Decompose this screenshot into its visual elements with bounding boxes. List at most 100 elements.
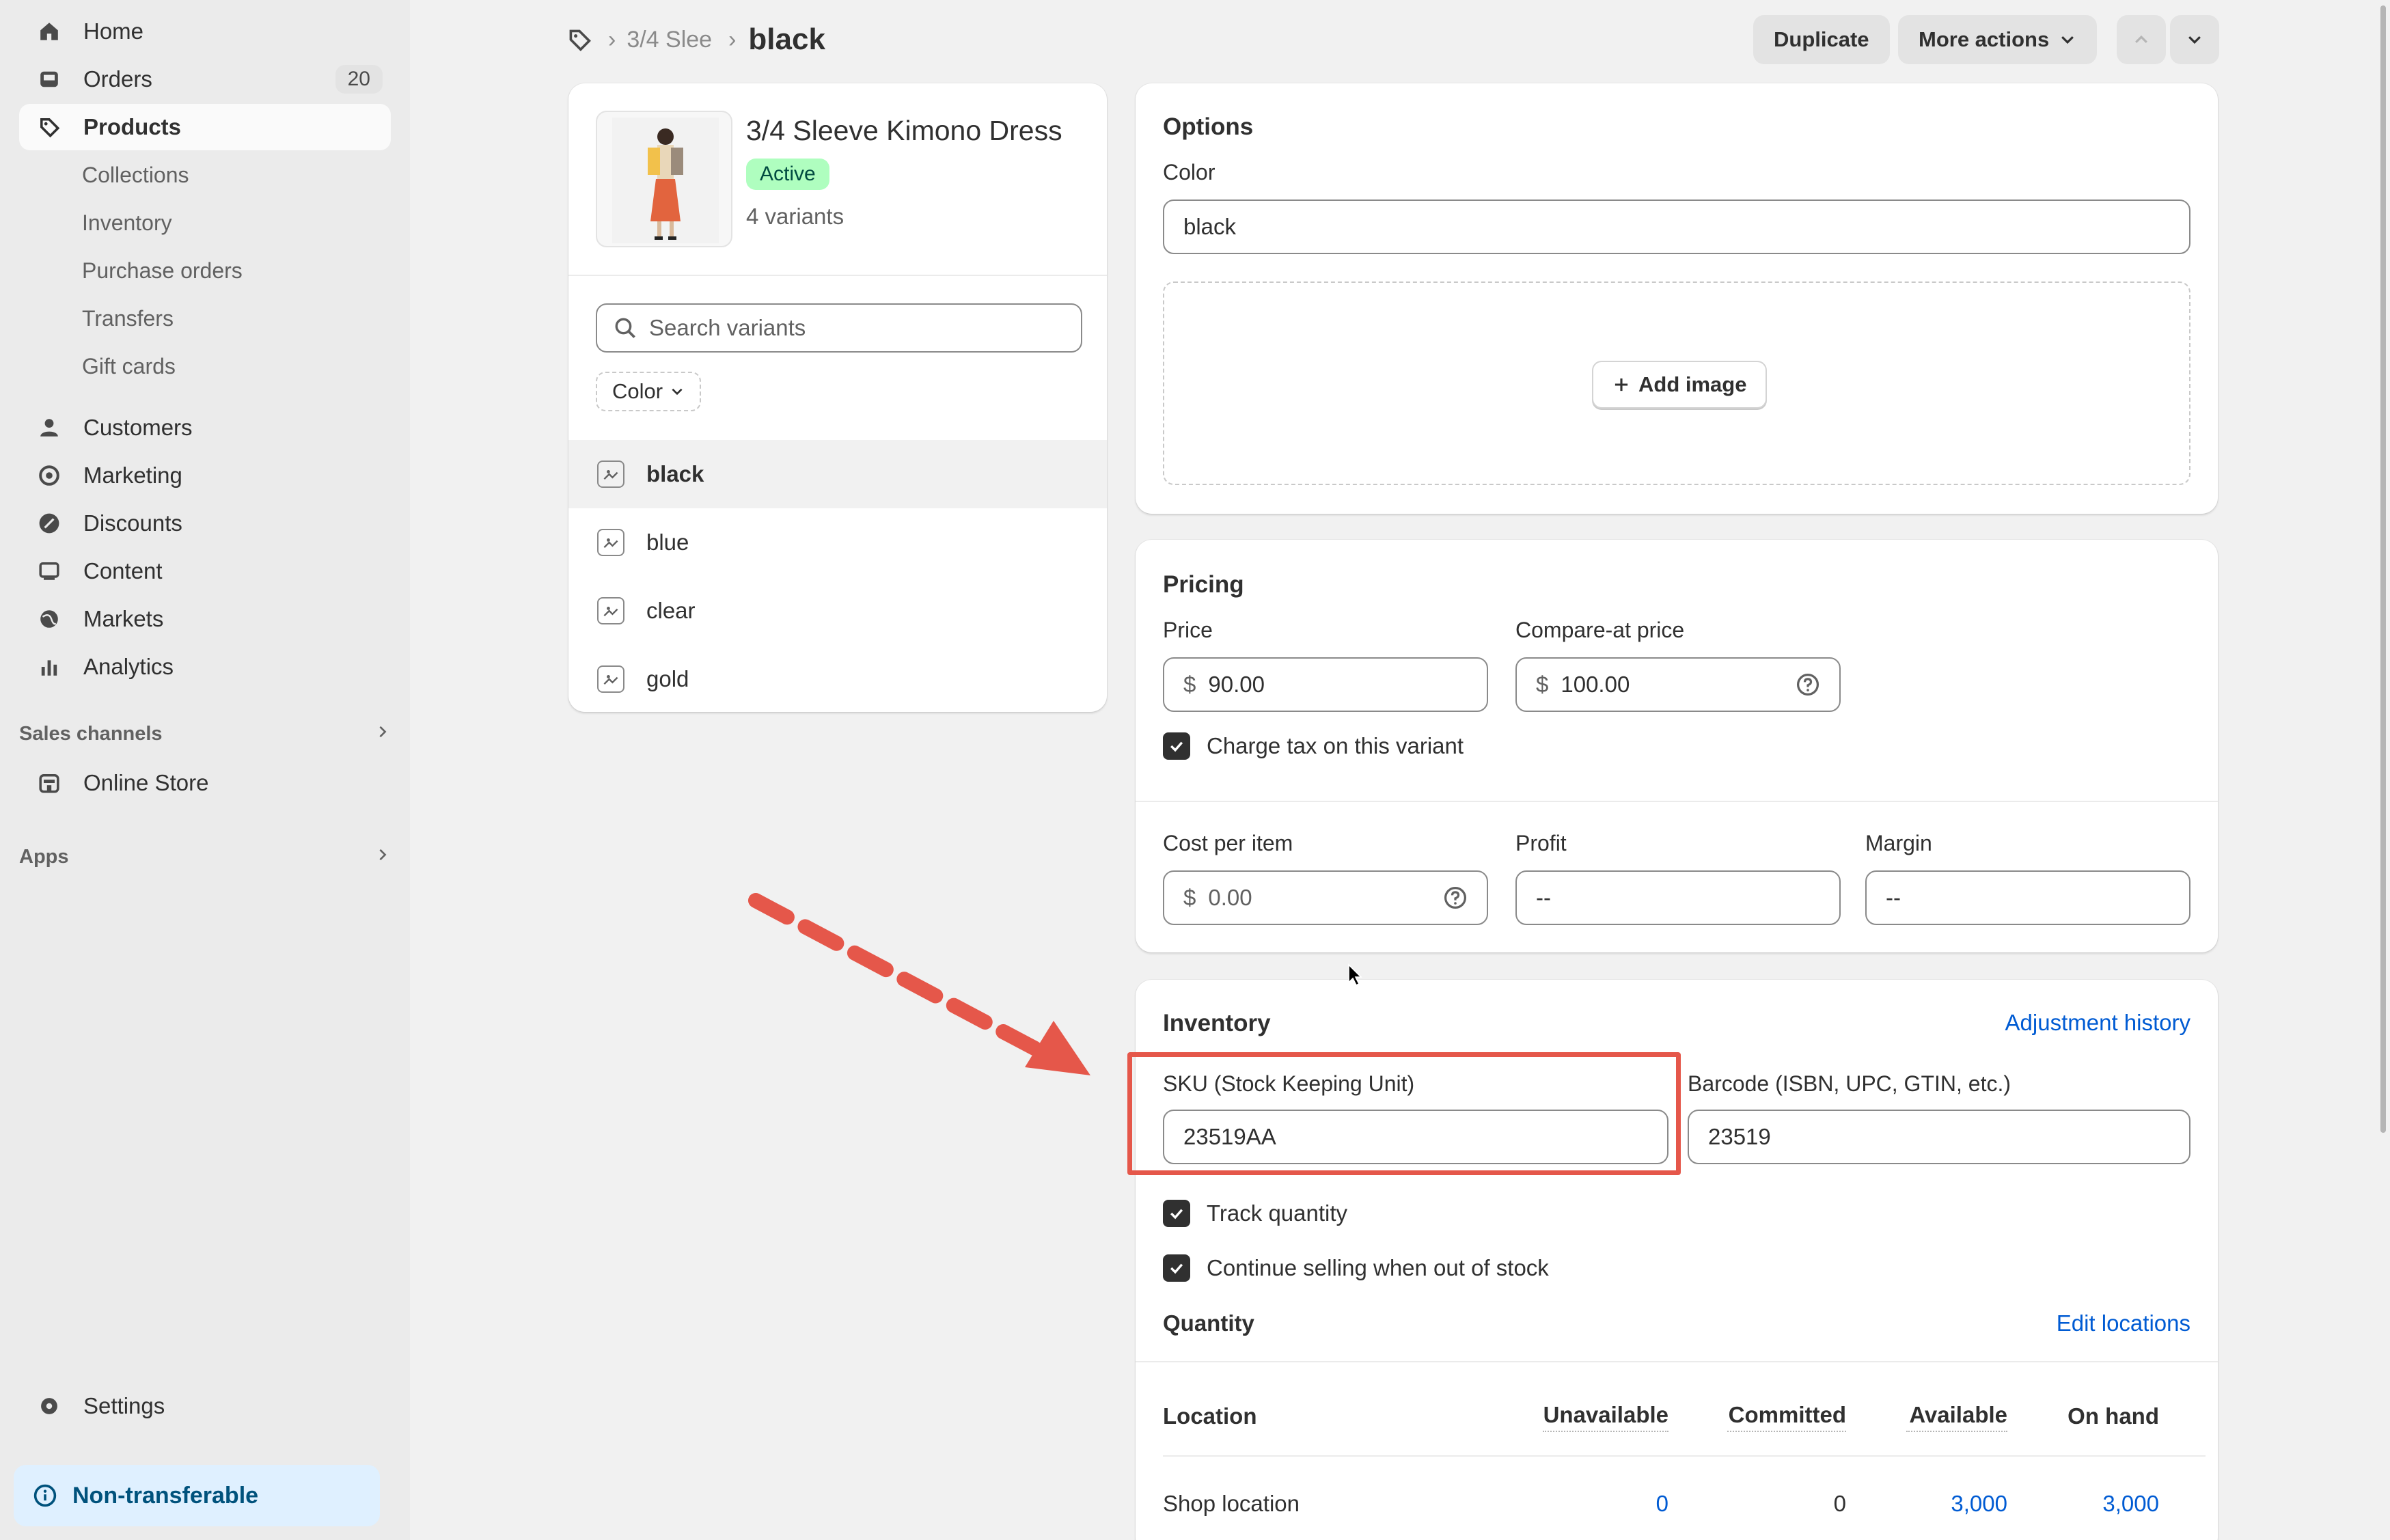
column-header-unavailable[interactable]: Unavailable [1543, 1402, 1668, 1432]
column-header-location: Location [1163, 1403, 1257, 1429]
variant-item-blue[interactable]: blue [568, 508, 1107, 577]
breadcrumb-separator: › [728, 26, 737, 53]
help-icon[interactable] [1443, 885, 1468, 910]
adjustment-history-link[interactable]: Adjustment history [2005, 1010, 2190, 1036]
apps-heading[interactable]: Apps [19, 846, 391, 868]
orders-count-badge: 20 [335, 65, 383, 94]
edit-locations-link[interactable]: Edit locations [2057, 1310, 2190, 1336]
image-dropzone[interactable]: Add image [1163, 281, 2190, 485]
tag-icon[interactable] [567, 27, 592, 52]
image-placeholder-icon [597, 597, 624, 624]
barcode-label: Barcode (ISBN, UPC, GTIN, etc.) [1688, 1071, 2011, 1096]
chevron-right-icon [374, 723, 391, 745]
available-value[interactable]: 3,000 [1906, 1491, 2007, 1517]
help-icon[interactable] [1796, 672, 1820, 697]
sidebar-item-customers[interactable]: Customers [19, 404, 391, 451]
sidebar-item-orders[interactable]: Orders 20 [19, 56, 391, 102]
variant-label: gold [646, 666, 689, 691]
color-label: Color [1163, 160, 1215, 184]
add-image-button[interactable]: Add image [1592, 361, 1768, 409]
track-quantity-checkbox[interactable]: Track quantity [1163, 1200, 1347, 1227]
variant-item-gold[interactable]: gold [568, 645, 1107, 713]
variant-label: blue [646, 530, 689, 555]
pricing-title: Pricing [1163, 571, 1244, 598]
gear-icon [37, 1394, 61, 1418]
sidebar-item-label: Markets [83, 606, 164, 631]
charge-tax-label: Charge tax on this variant [1207, 733, 1464, 758]
sidebar-item-content[interactable]: Content [19, 548, 391, 594]
bar-chart-icon [37, 655, 61, 679]
sidebar-item-online-store[interactable]: Online Store [19, 760, 391, 806]
track-quantity-label: Track quantity [1207, 1200, 1348, 1226]
status-badge: Active [746, 159, 829, 190]
product-name[interactable]: 3/4 Sleeve Kimono Dress [746, 115, 1062, 147]
sidebar-item-analytics[interactable]: Analytics [19, 644, 391, 690]
currency-symbol: $ [1183, 885, 1196, 910]
discount-icon [37, 511, 61, 536]
sidebar-subitem-inventory[interactable]: Inventory [82, 202, 172, 243]
sidebar-subitem-purchase-orders[interactable]: Purchase orders [82, 250, 243, 291]
cost-per-item-input[interactable]: $ 0.00 [1163, 870, 1488, 925]
color-filter-label: Color [612, 379, 663, 403]
sidebar-item-settings[interactable]: Settings [19, 1383, 391, 1429]
sales-channels-heading[interactable]: Sales channels [19, 723, 391, 745]
sidebar-item-discounts[interactable]: Discounts [19, 500, 391, 547]
person-icon [37, 415, 61, 440]
tag-icon [37, 115, 61, 139]
variant-count: 4 variants [746, 204, 844, 229]
on-hand-value[interactable]: 3,000 [2044, 1491, 2159, 1517]
next-variant-button[interactable] [2170, 15, 2219, 64]
column-header-available[interactable]: Available [1906, 1402, 2007, 1432]
search-placeholder: Search variants [649, 315, 806, 340]
checkmark-icon [1163, 1200, 1190, 1227]
price-label: Price [1163, 618, 1213, 642]
profit-value: -- [1536, 885, 1551, 910]
barcode-input[interactable]: 23519 [1688, 1110, 2190, 1164]
globe-icon [37, 607, 61, 631]
charge-tax-checkbox[interactable]: Charge tax on this variant [1163, 732, 1464, 760]
price-input[interactable]: $ 90.00 [1163, 657, 1488, 712]
column-header-on-hand: On hand [2068, 1403, 2159, 1429]
breadcrumb-parent[interactable]: 3/4 Slee [627, 27, 712, 53]
sidebar-item-markets[interactable]: Markets [19, 596, 391, 642]
sidebar-item-home[interactable]: Home [19, 8, 391, 55]
sidebar-item-label: Analytics [83, 654, 174, 679]
sidebar-item-label: Customers [83, 415, 193, 440]
unavailable-value[interactable]: 0 [1543, 1491, 1668, 1517]
sidebar: Home Orders 20 Products Collections Inve… [0, 0, 410, 1540]
compare-price-input[interactable]: $ 100.00 [1515, 657, 1841, 712]
duplicate-button[interactable]: Duplicate [1753, 15, 1890, 64]
column-header-committed[interactable]: Committed [1727, 1402, 1846, 1432]
scrollbar[interactable] [2378, 0, 2390, 1540]
non-transferable-label: Non-transferable [72, 1482, 259, 1509]
price-value: 90.00 [1208, 672, 1265, 697]
image-icon [37, 559, 61, 583]
chevron-down-icon [2186, 31, 2203, 49]
profit-field: -- [1515, 870, 1841, 925]
sidebar-subitem-gift-cards[interactable]: Gift cards [82, 346, 176, 387]
plus-icon [1612, 376, 1630, 394]
image-placeholder-icon [597, 460, 624, 488]
previous-variant-button[interactable] [2117, 15, 2166, 64]
options-title: Options [1163, 113, 1254, 140]
sidebar-item-products[interactable]: Products [19, 104, 391, 150]
apps-label: Apps [19, 846, 69, 868]
sidebar-subitem-collections[interactable]: Collections [82, 154, 189, 195]
sidebar-subitem-transfers[interactable]: Transfers [82, 298, 174, 339]
search-variants-input[interactable]: Search variants [596, 303, 1082, 353]
color-option-input[interactable]: black [1163, 200, 2190, 254]
variant-item-clear[interactable]: clear [568, 577, 1107, 645]
scrollbar-thumb[interactable] [2380, 5, 2386, 1133]
sidebar-item-marketing[interactable]: Marketing [19, 452, 391, 499]
product-thumbnail[interactable] [596, 111, 732, 247]
non-transferable-banner[interactable]: Non-transferable [14, 1465, 380, 1526]
sidebar-item-label: Discounts [83, 510, 182, 536]
sidebar-item-label: Products [83, 114, 182, 139]
color-filter-button[interactable]: Color [596, 372, 702, 411]
continue-selling-checkbox[interactable]: Continue selling when out of stock [1163, 1254, 1549, 1282]
currency-symbol: $ [1536, 672, 1549, 697]
checkmark-icon [1163, 1254, 1190, 1282]
variant-item-black[interactable]: black [568, 440, 1107, 508]
more-actions-button[interactable]: More actions [1898, 15, 2098, 64]
sidebar-item-label: Home [83, 18, 144, 44]
